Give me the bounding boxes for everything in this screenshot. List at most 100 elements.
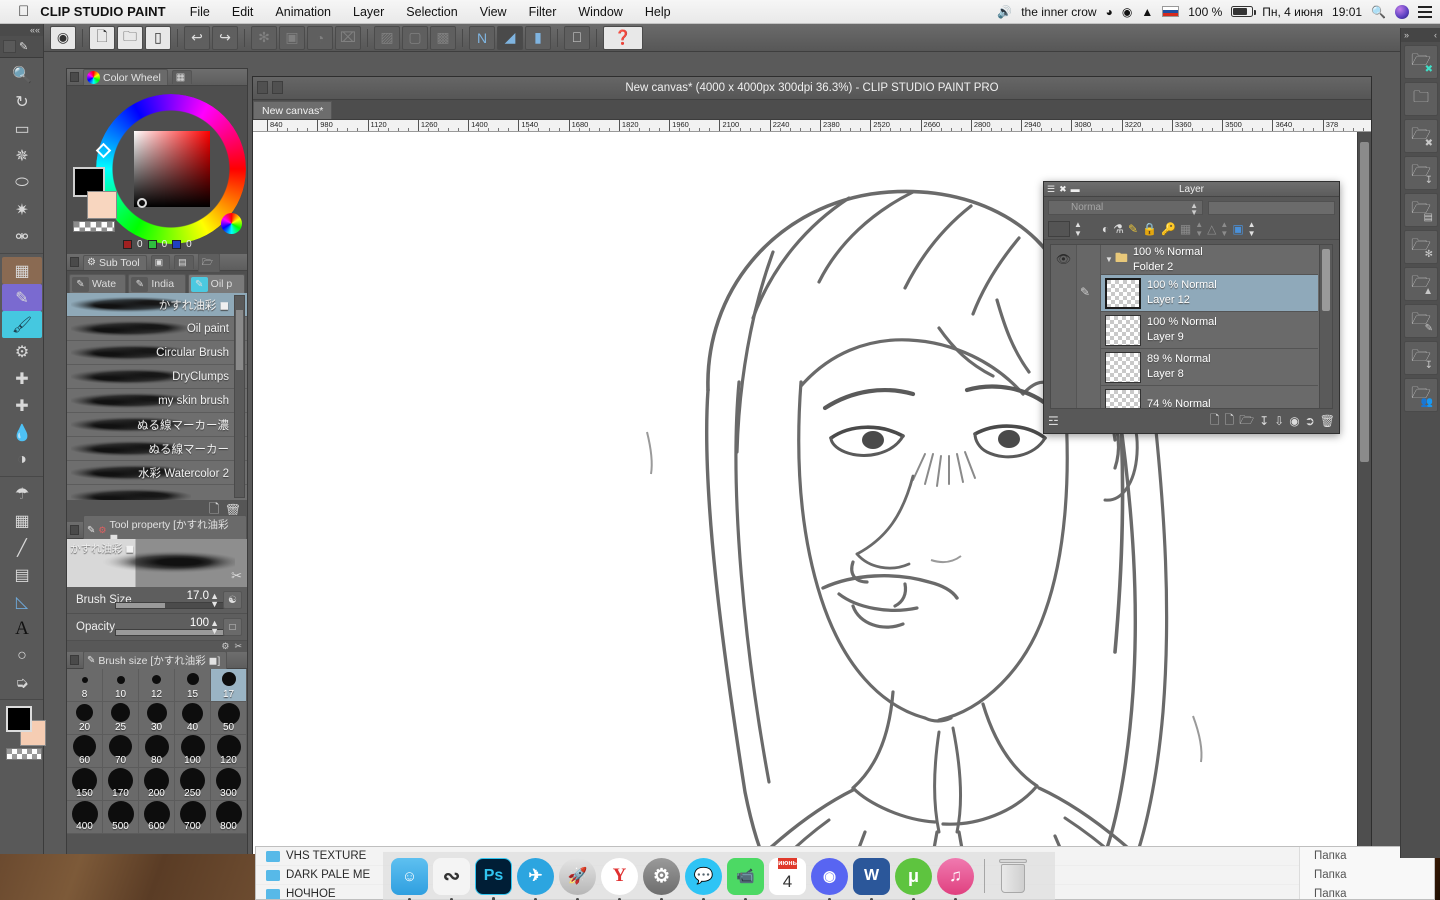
- dock-item-launchpad[interactable]: 🚀: [559, 857, 596, 900]
- opacity-row[interactable]: Opacity 100 ▲ ▼ □: [67, 614, 247, 641]
- brush-size-cell[interactable]: 300: [211, 768, 247, 801]
- table-row[interactable]: ▼ 🖿 100 % Normal Folder 2: [1101, 245, 1318, 275]
- eraser-tool[interactable]: ✚: [2, 392, 42, 419]
- brush-size-cell[interactable]: 30: [139, 702, 175, 735]
- brush-size-cell[interactable]: 20: [67, 702, 103, 735]
- menu-file[interactable]: File: [179, 5, 221, 19]
- brush-size-cell[interactable]: 800: [211, 801, 247, 834]
- brush-size-cell[interactable]: 8: [67, 669, 103, 702]
- tab-color-wheel[interactable]: Color Wheel: [83, 69, 168, 85]
- close-icon[interactable]: ✖: [1059, 184, 1067, 195]
- material-close-icon[interactable]: 🗁 ✖: [1404, 45, 1438, 79]
- menu-animation[interactable]: Animation: [264, 5, 342, 19]
- brush-size-cell[interactable]: 200: [139, 768, 175, 801]
- brush-size-cell[interactable]: 250: [175, 768, 211, 801]
- brush-list-scrollbar[interactable]: [234, 295, 245, 498]
- canvas-size-button[interactable]: ⎕: [564, 25, 590, 50]
- correction-tool[interactable]: ➭: [2, 669, 42, 696]
- table-row[interactable]: 74 % Normal: [1101, 386, 1318, 408]
- brush-size-cell[interactable]: 150: [67, 768, 103, 801]
- saturation-value-square[interactable]: [134, 131, 210, 207]
- help-button[interactable]: ❓: [603, 25, 643, 50]
- minimize-icon[interactable]: ▬: [1071, 184, 1080, 194]
- main-color-swatch[interactable]: [6, 706, 32, 732]
- scale-rotate-button[interactable]: ⌧: [335, 25, 361, 50]
- subtool-panel-menu-icon[interactable]: [70, 257, 79, 267]
- combine-down-button[interactable]: ⇩: [1274, 414, 1284, 428]
- panel-menu-icon[interactable]: [70, 72, 79, 82]
- clip-stepper[interactable]: ▲ ▼: [1248, 220, 1256, 238]
- material-download-icon[interactable]: 🗁 ↧: [1404, 156, 1438, 190]
- menu-filter[interactable]: Filter: [518, 5, 568, 19]
- brush-size-cell[interactable]: 50: [211, 702, 247, 735]
- brush-size-cell[interactable]: 60: [67, 735, 103, 768]
- layer-effects-icon[interactable]: ☲: [1048, 414, 1059, 428]
- blend-tool[interactable]: ◑: [2, 446, 42, 473]
- new-raster-layer-button[interactable]: 🗋: [1210, 411, 1220, 432]
- tab-sub-tool[interactable]: ⚙ Sub Tool: [83, 254, 147, 270]
- selection-tool[interactable]: ⬭: [2, 169, 42, 196]
- color-swatches[interactable]: [0, 700, 46, 770]
- sub-tool-tab-oil-paint[interactable]: ✎ Oil p: [187, 274, 245, 293]
- transparent-chip[interactable]: [73, 221, 115, 232]
- dock-item-calendar[interactable]: июнь 4: [769, 857, 806, 895]
- layer-opacity-slider[interactable]: [1208, 200, 1335, 215]
- list-item[interactable]: 水彩 Watercolor 2: [67, 461, 247, 485]
- brush-size-cell[interactable]: 170: [103, 768, 139, 801]
- menu-window[interactable]: Window: [567, 5, 633, 19]
- expand-right-icon[interactable]: »: [1404, 30, 1409, 40]
- new-file-button[interactable]: 🗋: [89, 25, 115, 50]
- tool-settings-icon[interactable]: ✂: [231, 568, 242, 584]
- brush-size-cell[interactable]: 700: [175, 801, 211, 834]
- list-item[interactable]: Oil paint: [67, 317, 247, 341]
- blend-mode-select[interactable]: Normal ▲ ▼: [1048, 200, 1203, 217]
- material-palette-header[interactable]: » ‹: [1401, 28, 1440, 42]
- dock-item-messages[interactable]: 💬: [685, 857, 722, 900]
- balloon-tool[interactable]: ○: [2, 642, 42, 669]
- brush-size-cell[interactable]: 25: [103, 702, 139, 735]
- layer-ruler-icon[interactable]: ⚗: [1113, 222, 1124, 236]
- save-button[interactable]: ▯: [145, 25, 171, 50]
- undo-button[interactable]: ↩: [184, 25, 210, 50]
- material-delete-icon[interactable]: 🗁 ✖: [1404, 119, 1438, 153]
- snap-perspective-button[interactable]: ◢: [497, 25, 523, 50]
- brush-size-cell[interactable]: 600: [139, 801, 175, 834]
- dock-item-clip-studio-paint[interactable]: ∾: [433, 857, 470, 900]
- tab-material[interactable]: 🗁: [197, 252, 220, 272]
- layer-list[interactable]: 👁 ✎ ▼ 🖿 100 % Normal Folder 2 100 % Norm…: [1050, 244, 1333, 409]
- material-edit-icon[interactable]: 🗁 ✎: [1404, 304, 1438, 338]
- volume-icon[interactable]: 🔊: [997, 5, 1012, 19]
- menu-edit[interactable]: Edit: [221, 5, 265, 19]
- fill-bucket-tool[interactable]: ☂: [2, 480, 42, 507]
- brush-size-dynamics-button[interactable]: ☯: [223, 591, 242, 609]
- chevron-updown-icon[interactable]: ▲ ▼: [1190, 202, 1198, 217]
- dock-item-discord[interactable]: ◉: [811, 857, 848, 900]
- brush-size-cell[interactable]: 400: [67, 801, 103, 834]
- dock-item-system-preferences[interactable]: ⚙: [643, 857, 680, 900]
- ruler-tool[interactable]: ◺: [2, 588, 42, 615]
- clear-button[interactable]: ✻: [251, 25, 277, 50]
- layer-mask-button[interactable]: ◉: [1289, 414, 1299, 428]
- brush-size-cell[interactable]: 40: [175, 702, 211, 735]
- layer-list-scrollbar[interactable]: [1319, 245, 1332, 408]
- control-center-icon[interactable]: [1418, 5, 1432, 18]
- dock-item-yandex-browser[interactable]: Y: [601, 857, 638, 900]
- brush-size-cell[interactable]: 17: [211, 669, 247, 702]
- tab-brush-size[interactable]: ✎ Brush size [かすれ油彩 ◼]: [83, 651, 228, 669]
- clip-to-layer-button[interactable]: ➲: [1305, 414, 1315, 428]
- brush-size-row[interactable]: Brush Size 17.0 ▲ ▼ ☯: [67, 587, 247, 614]
- trash-icon[interactable]: [995, 857, 1031, 895]
- invert-selection-button[interactable]: ▩: [430, 25, 456, 50]
- object-tool[interactable]: ✵: [2, 142, 42, 169]
- tool-palette-tab[interactable]: ✎: [0, 36, 43, 58]
- material-grid-icon[interactable]: 🗁 ▤: [1404, 193, 1438, 227]
- dock-item-photoshop[interactable]: Ps: [475, 857, 512, 900]
- dock-item-itunes[interactable]: ♫: [937, 857, 974, 900]
- dock-item-telegram[interactable]: ✈: [517, 857, 554, 900]
- mask-stepper[interactable]: ▲ ▼: [1195, 220, 1203, 238]
- material-open-folder-icon[interactable]: 🗀: [1404, 82, 1438, 116]
- table-row[interactable]: 100 % Normal Layer 12: [1101, 275, 1318, 312]
- gradient-tool[interactable]: ▦: [2, 507, 42, 534]
- decoration-tool[interactable]: ▦: [2, 257, 42, 284]
- opacity-dynamics-button[interactable]: □: [223, 618, 242, 636]
